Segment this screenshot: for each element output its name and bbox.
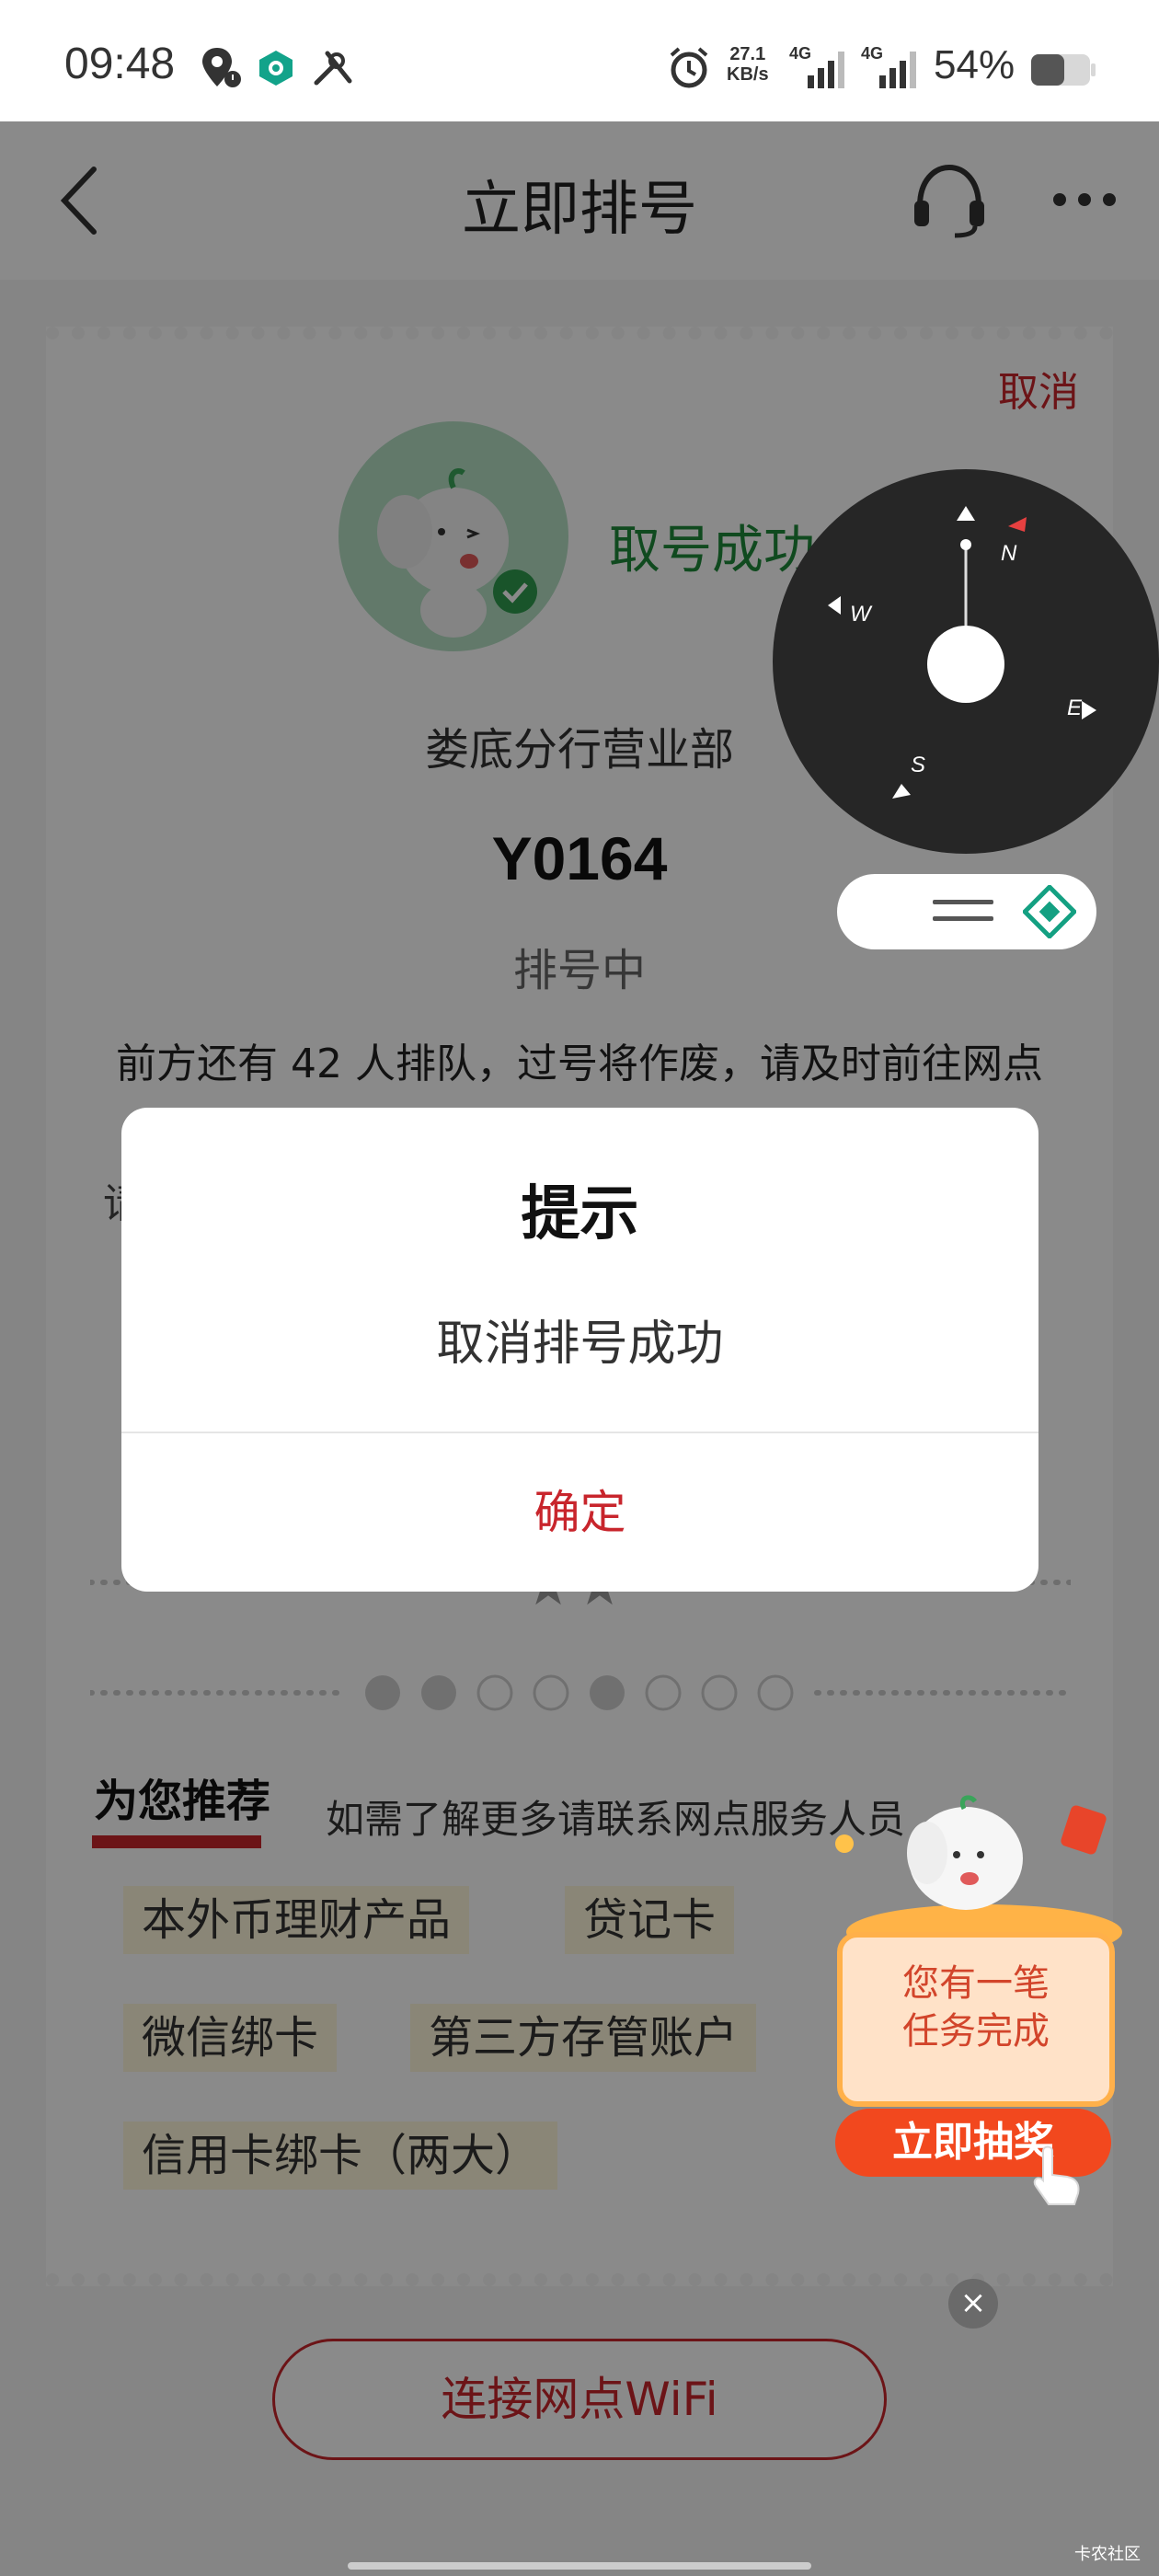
promo-line-2: 任务完成 bbox=[902, 2010, 1050, 2053]
compass-south-label: S bbox=[911, 753, 926, 777]
home-indicator[interactable] bbox=[348, 2562, 811, 2570]
signal-icon-2: 4G bbox=[861, 44, 916, 88]
location-icon bbox=[202, 48, 241, 87]
network-speed: 27.1 KB/s bbox=[727, 44, 769, 85]
tools-icon bbox=[314, 51, 352, 86]
promo-close-button[interactable]: × bbox=[948, 2279, 998, 2329]
watermark: 卡农社区 bbox=[1074, 2545, 1141, 2564]
elephant-gift-icon[interactable] bbox=[819, 1794, 1131, 1950]
pointer-hand-icon bbox=[1033, 2145, 1080, 2205]
network-type-1: 4G bbox=[789, 44, 811, 63]
promo-text[interactable]: 您有一笔 任务完成 bbox=[837, 1960, 1115, 2055]
network-speed-unit: KB/s bbox=[727, 64, 769, 85]
shield-app-icon bbox=[259, 51, 293, 86]
north-arrow-icon bbox=[957, 506, 975, 521]
network-speed-value: 27.1 bbox=[729, 44, 766, 64]
status-time: 09:48 bbox=[64, 40, 176, 88]
compass-west-label: W bbox=[850, 602, 871, 627]
battery-icon bbox=[1031, 54, 1096, 86]
alert-dialog: 提示 取消排号成功 确定 bbox=[121, 1108, 1039, 1592]
battery-percentage: 54% bbox=[934, 42, 1016, 87]
promo-line-1: 您有一笔 bbox=[902, 1962, 1050, 2005]
diamond-icon[interactable] bbox=[1023, 885, 1076, 938]
drag-handle-icon[interactable] bbox=[929, 894, 997, 927]
dialog-title: 提示 bbox=[521, 1180, 639, 1248]
dialog-message: 取消排号成功 bbox=[436, 1317, 724, 1372]
compass-knob[interactable] bbox=[927, 626, 1004, 703]
confirm-button[interactable]: 确定 bbox=[121, 1433, 1039, 1592]
compass-north-label: N bbox=[1001, 541, 1017, 566]
alarm-icon bbox=[670, 47, 708, 88]
network-type-2: 4G bbox=[861, 44, 883, 63]
compass-east-label: E bbox=[1067, 696, 1083, 720]
signal-icon: 4G bbox=[789, 44, 844, 88]
